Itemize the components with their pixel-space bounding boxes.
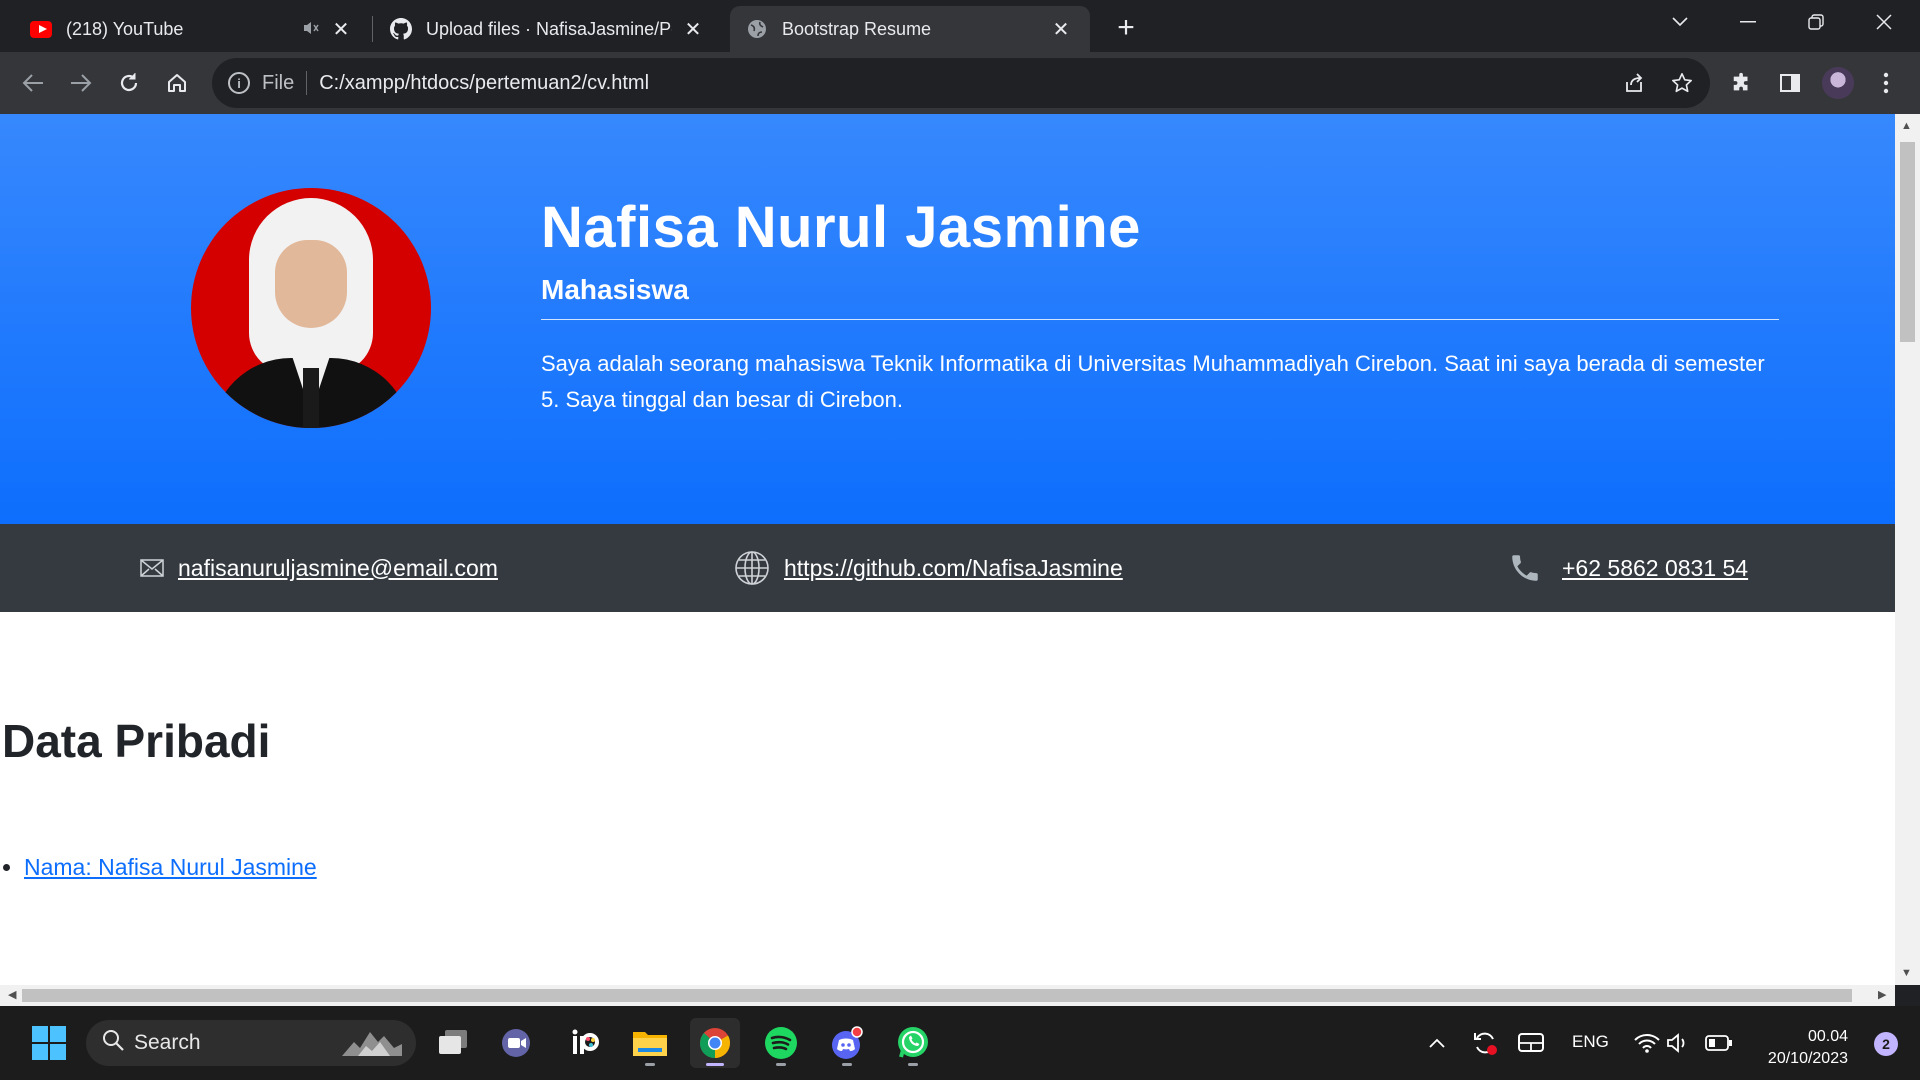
forward-arrow-icon[interactable] <box>60 62 102 104</box>
ibis-paint-icon[interactable] <box>560 1018 610 1068</box>
system-clock[interactable]: 00.04 20/10/2023 <box>1768 1026 1848 1070</box>
tab-title: (218) YouTube <box>66 18 184 39</box>
hero-section: Nafisa Nurul Jasmine Mahasiswa Saya adal… <box>0 114 1895 524</box>
contact-github: https://github.com/NafisaJasmine <box>734 524 1123 612</box>
close-tab-icon[interactable]: ✕ <box>328 16 354 42</box>
restore-button[interactable] <box>1782 0 1850 44</box>
close-tab-icon[interactable]: ✕ <box>1048 16 1074 42</box>
envelope-icon <box>140 559 164 577</box>
info-icon[interactable]: i <box>228 72 250 94</box>
taskbar: Search ENG 00.04 20/10/2023 2 <box>0 1006 1920 1080</box>
close-tab-icon[interactable]: ✕ <box>680 16 706 42</box>
clock-date: 20/10/2023 <box>1767 1050 1848 1067</box>
list-item[interactable]: Nama: Nafisa Nurul Jasmine <box>24 854 317 881</box>
display-icon[interactable] <box>1506 1018 1556 1068</box>
profile-photo <box>191 188 431 428</box>
github-link[interactable]: https://github.com/NafisaJasmine <box>784 555 1123 582</box>
bookmark-star-icon[interactable] <box>1664 65 1700 101</box>
start-windows-icon[interactable] <box>24 1018 74 1068</box>
page-viewport: Nafisa Nurul Jasmine Mahasiswa Saya adal… <box>0 114 1895 985</box>
notification-badge[interactable]: 2 <box>1874 1032 1898 1056</box>
globe-icon <box>734 550 770 586</box>
section-title: Data Pribadi <box>2 715 271 767</box>
home-icon[interactable] <box>156 62 198 104</box>
browser-toolbar: i File C:/xampp/htdocs/pertemuan2/cv.htm… <box>0 52 1920 114</box>
minimize-button[interactable] <box>1714 0 1782 44</box>
contact-phone: +62 5862 0831 54 <box>1508 524 1748 612</box>
vertical-scrollbar[interactable]: ▲ ▼ <box>1895 114 1920 985</box>
scroll-up-arrow-icon[interactable]: ▲ <box>1901 120 1912 132</box>
github-icon <box>390 18 412 40</box>
spotify-icon[interactable] <box>756 1018 806 1068</box>
teams-chat-icon[interactable] <box>492 1018 542 1068</box>
extensions-icon[interactable] <box>1724 65 1760 101</box>
side-panel-icon[interactable] <box>1772 65 1808 101</box>
task-view-icon[interactable] <box>428 1018 478 1068</box>
discord-icon[interactable] <box>822 1018 872 1068</box>
tab-youtube[interactable]: (218) YouTube ✕ <box>14 6 370 52</box>
reload-icon[interactable] <box>108 62 150 104</box>
show-hidden-icons-chevron[interactable] <box>1412 1018 1462 1068</box>
clock-time: 00.04 <box>1807 1028 1848 1045</box>
person-name: Nafisa Nurul Jasmine <box>541 195 1141 260</box>
address-scheme: File <box>262 71 295 94</box>
address-bar[interactable]: i File C:/xampp/htdocs/pertemuan2/cv.htm… <box>212 58 1710 108</box>
email-link[interactable]: nafisanuruljasmine@email.com <box>178 555 498 582</box>
scroll-down-arrow-icon[interactable]: ▼ <box>1901 967 1912 979</box>
scroll-right-arrow-icon[interactable]: ▶ <box>1878 988 1886 1001</box>
contact-email: nafisanuruljasmine@email.com <box>140 524 498 612</box>
share-icon[interactable] <box>1616 65 1652 101</box>
tab-title: Bootstrap Resume <box>782 18 932 39</box>
tab-strip: (218) YouTube ✕ Upload files · NafisaJas… <box>0 0 1920 52</box>
search-highlight-icon <box>342 1032 402 1056</box>
address-divider <box>306 71 308 95</box>
hero-divider <box>541 319 1779 320</box>
back-arrow-icon[interactable] <box>12 62 54 104</box>
phone-icon <box>1508 551 1542 585</box>
address-url[interactable]: C:/xampp/htdocs/pertemuan2/cv.html <box>319 72 649 95</box>
search-label: Search <box>134 1031 201 1054</box>
tab-search-chevron-icon[interactable] <box>1646 0 1714 44</box>
more-menu-icon[interactable] <box>1868 65 1904 101</box>
scrollbar-thumb[interactable] <box>1900 142 1915 342</box>
taskbar-search[interactable]: Search <box>86 1020 416 1066</box>
close-window-button[interactable] <box>1850 0 1918 44</box>
sync-status-icon[interactable] <box>1460 1018 1510 1068</box>
tab-title: Upload files · NafisaJasmine/Pertemuan <box>426 18 672 39</box>
tab-bootstrap-resume[interactable]: Bootstrap Resume ✕ <box>730 6 1090 52</box>
search-icon <box>102 1029 124 1057</box>
youtube-icon <box>30 18 52 40</box>
scrollbar-thumb[interactable] <box>22 989 1852 1002</box>
speaker-muted-icon[interactable] <box>302 20 320 39</box>
person-bio: Saya adalah seorang mahasiswa Teknik Inf… <box>541 351 1765 412</box>
profile-avatar[interactable] <box>1820 65 1856 101</box>
person-role: Mahasiswa <box>541 274 689 305</box>
personal-data-list: Nama: Nafisa Nurul Jasmine <box>24 854 317 881</box>
whatsapp-icon[interactable] <box>888 1018 938 1068</box>
chrome-taskbar-icon[interactable] <box>690 1018 740 1068</box>
horizontal-scrollbar[interactable]: ◀ ▶ <box>0 985 1895 1006</box>
language-indicator[interactable]: ENG <box>1572 1032 1609 1052</box>
globe-icon <box>746 18 768 40</box>
tab-divider <box>372 16 373 42</box>
tab-github[interactable]: Upload files · NafisaJasmine/Pertemuan ✕ <box>374 6 722 52</box>
file-explorer-icon[interactable] <box>625 1018 675 1068</box>
scroll-left-arrow-icon[interactable]: ◀ <box>8 988 16 1001</box>
new-tab-button[interactable]: + <box>1108 10 1144 46</box>
phone-link[interactable]: +62 5862 0831 54 <box>1562 555 1748 582</box>
contact-bar: nafisanuruljasmine@email.com https://git… <box>0 524 1895 612</box>
battery-icon[interactable] <box>1694 1018 1744 1068</box>
